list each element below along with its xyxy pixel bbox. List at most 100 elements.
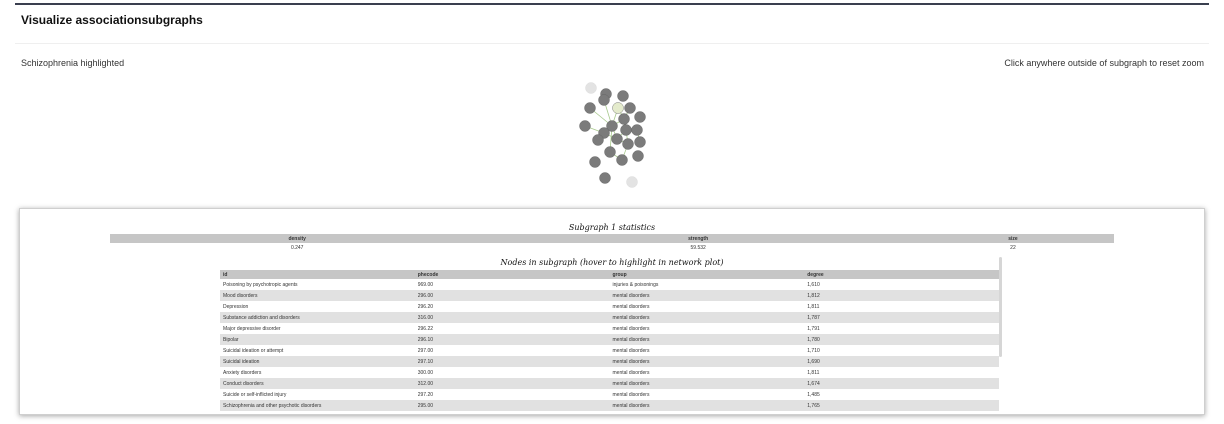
network-node[interactable] bbox=[611, 133, 623, 145]
table-row[interactable]: Suicide or self-inflicted injury 297.20 me… bbox=[220, 389, 999, 400]
cell-degree: 1,787 bbox=[804, 312, 999, 323]
nodes-header-degree: degree bbox=[804, 270, 999, 279]
network-node[interactable] bbox=[592, 134, 604, 146]
cell-group: mental disorders bbox=[609, 290, 805, 301]
cell-phecode: 296.00 bbox=[414, 290, 610, 301]
cell-group: mental disorders bbox=[609, 312, 805, 323]
cell-group: mental disorders bbox=[609, 334, 805, 345]
cell-degree: 1,811 bbox=[807, 303, 820, 310]
network-node[interactable] bbox=[624, 102, 636, 114]
network-node[interactable] bbox=[618, 113, 630, 125]
cell-phecode: 296.22 bbox=[417, 325, 434, 332]
app-page: Visualize associationsubgraphs Schizophr… bbox=[0, 0, 1224, 424]
network-node[interactable] bbox=[634, 136, 646, 148]
nodes-table-scroll[interactable]: id phecode group degree Poisoning by psy… bbox=[220, 270, 999, 415]
network-node[interactable] bbox=[622, 138, 634, 150]
cell-id: Substance addiction and disorders bbox=[220, 312, 415, 323]
cell-id: Mood disorders bbox=[220, 290, 415, 301]
cell-degree: 1,710 bbox=[807, 347, 820, 354]
cell-id: Poisoning by psychotropic agents bbox=[223, 281, 298, 288]
stats-value-strength: 59.532 bbox=[690, 244, 706, 251]
reset-zoom-hint: Click anywhere outside of subgraph to re… bbox=[1004, 58, 1204, 68]
top-divider bbox=[15, 3, 1209, 5]
nodes-header-group: group bbox=[609, 270, 805, 279]
cell-id: Depression bbox=[223, 303, 249, 310]
stats-header-density: density bbox=[110, 234, 485, 243]
cell-id: Major depressive disorder bbox=[223, 325, 281, 332]
table-row[interactable]: Suicidal ideation or attempt 297.00 mental… bbox=[220, 345, 999, 356]
network-node[interactable] bbox=[617, 90, 629, 102]
cell-phecode: 297.00 bbox=[417, 347, 434, 354]
cell-phecode: 300.90 bbox=[415, 411, 610, 415]
cell-phecode: 312.00 bbox=[414, 378, 610, 389]
network-node[interactable] bbox=[604, 146, 616, 158]
table-row[interactable]: Schizophrenia and other psychotic disord… bbox=[220, 400, 999, 411]
table-row[interactable]: Mood disorders 296.00 mental disorders 1,81… bbox=[220, 290, 999, 301]
table-row[interactable]: Depression 296.20 mental disorders 1,811 bbox=[220, 301, 999, 312]
nodes-header-id: id bbox=[220, 270, 415, 279]
network-node[interactable] bbox=[632, 150, 644, 162]
highlight-status: Schizophrenia highlighted bbox=[21, 58, 125, 68]
network-node[interactable] bbox=[598, 94, 610, 106]
network-svg[interactable] bbox=[560, 70, 670, 200]
stats-header-strength: strength bbox=[484, 234, 912, 243]
nodes-table-title: Nodes in subgraph (hover to highlight in… bbox=[500, 258, 724, 267]
cell-phecode: 300.00 bbox=[417, 369, 434, 376]
table-row[interactable]: Substance addiction and disorders 316.00 m… bbox=[220, 312, 999, 323]
cell-group: mental disorders bbox=[612, 347, 650, 354]
cell-group: mental disorders bbox=[612, 325, 650, 332]
cell-phecode: 297.10 bbox=[414, 356, 610, 367]
cell-phecode: 969.00 bbox=[417, 281, 434, 288]
cell-group: mental disorders bbox=[612, 303, 650, 310]
network-node[interactable] bbox=[585, 82, 597, 94]
table-row[interactable]: Conduct disorders 312.00 mental disorders 1… bbox=[220, 378, 999, 389]
cell-degree: 1,791 bbox=[807, 325, 820, 332]
cell-id: Suicidal ideation bbox=[220, 356, 415, 367]
network-node[interactable] bbox=[589, 156, 601, 168]
table-row[interactable]: Suicidal ideation 297.10 mental disorders 1… bbox=[220, 356, 999, 367]
cell-degree: 1,765 bbox=[804, 400, 999, 411]
page-title: Visualize associationsubgraphs bbox=[21, 13, 203, 27]
network-node[interactable] bbox=[599, 172, 611, 184]
cell-id: Posttraumatic stress disorder bbox=[220, 411, 415, 415]
network-node[interactable] bbox=[584, 102, 596, 114]
stats-value-size: 22 bbox=[1010, 244, 1016, 251]
stats-header-size: size bbox=[911, 234, 1114, 243]
cell-group: mental disorders bbox=[610, 411, 805, 415]
cell-degree: 1,780 bbox=[804, 334, 999, 345]
cell-degree: 1,812 bbox=[804, 290, 999, 301]
cell-degree: 1,485 bbox=[807, 391, 820, 398]
cell-id: Suicide or self-inflicted injury bbox=[223, 391, 287, 398]
stats-value-density: 0.247 bbox=[290, 244, 304, 251]
table-row[interactable]: Anxiety disorders 300.00 mental disorders 1… bbox=[220, 367, 999, 378]
cell-phecode: 295.00 bbox=[414, 400, 610, 411]
cell-phecode: 296.10 bbox=[414, 334, 610, 345]
network-node[interactable] bbox=[616, 154, 628, 166]
cell-phecode: 296.20 bbox=[417, 303, 434, 310]
stats-title: Subgraph 1 statistics bbox=[568, 223, 656, 232]
network-node[interactable] bbox=[631, 124, 643, 136]
network-node[interactable] bbox=[620, 124, 632, 136]
cell-group: mental disorders bbox=[609, 356, 805, 367]
table-row[interactable]: Poisoning by psychotropic agents 969.00 in… bbox=[220, 279, 999, 290]
table-row[interactable]: Posttraumatic stress disorder300.90menta… bbox=[220, 411, 999, 415]
network-node[interactable] bbox=[634, 111, 646, 123]
cell-group: mental disorders bbox=[612, 369, 650, 376]
network-node[interactable] bbox=[626, 176, 638, 188]
highlighted-node[interactable] bbox=[612, 102, 624, 114]
title-divider bbox=[15, 43, 1209, 44]
cell-id: Schizophrenia and other psychotic disord… bbox=[220, 400, 415, 411]
network-plot[interactable] bbox=[560, 70, 670, 200]
table-row[interactable]: Major depressive disorder 296.22 mental di… bbox=[220, 323, 999, 334]
nodes-header-phecode: phecode bbox=[414, 270, 610, 279]
cell-id: Conduct disorders bbox=[220, 378, 415, 389]
network-node[interactable] bbox=[579, 120, 591, 132]
cell-degree: 1,811 bbox=[807, 369, 820, 376]
cell-degree: 1,690 bbox=[804, 356, 999, 367]
cell-group: mental disorders bbox=[609, 378, 805, 389]
cell-group: injuries & poisonings bbox=[612, 281, 659, 288]
cell-group: mental disorders bbox=[609, 400, 805, 411]
nodes-scrollbar[interactable] bbox=[999, 257, 1002, 357]
cell-group: mental disorders bbox=[612, 391, 650, 398]
table-row[interactable]: Bipolar 296.10 mental disorders 1,780 bbox=[220, 334, 999, 345]
